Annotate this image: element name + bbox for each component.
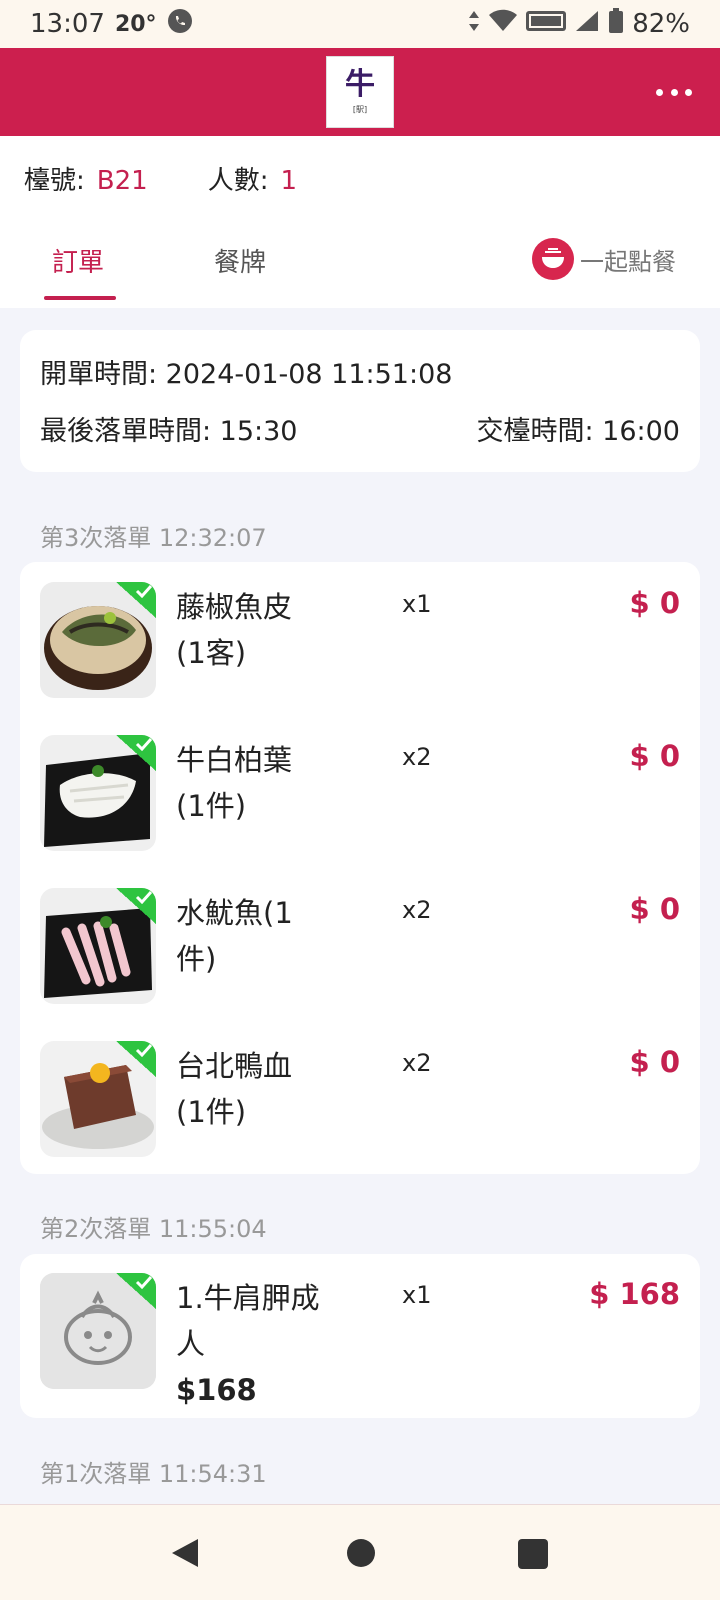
check-icon [116, 888, 156, 924]
table-info: 檯號: B21 人數: 1 [24, 160, 297, 197]
batch-title: 第1次落單 11:54:31 [40, 1460, 267, 1488]
tab-bar: 訂單 餐牌 一起點餐 [0, 236, 720, 308]
item-quantity: x1 [402, 1281, 432, 1309]
people-label: 人數: [207, 166, 269, 196]
status-time: 13:07 [30, 9, 105, 39]
tripe-plate-image [40, 735, 156, 851]
order-time-card: 開單時間: 2024-01-08 11:51:08 最後落單時間: 15:30 … [20, 330, 700, 472]
item-name: 牛白柏葉(1件) [176, 743, 293, 823]
item-price: $ 168 [589, 1277, 680, 1311]
status-bar: 13:07 20° 82% [0, 0, 720, 48]
wifi-icon [488, 9, 518, 40]
more-dot-icon [656, 88, 663, 96]
logo-subtext: [駅] [352, 104, 368, 114]
table-number: B21 [96, 166, 148, 196]
item-unit-price: $168 [176, 1373, 257, 1407]
status-temperature: 20° [114, 11, 157, 37]
item-price: $ 0 [629, 1045, 680, 1079]
handover-time: 交檯時間: 16:00 [476, 416, 681, 447]
fish-skin-bowl-image [40, 582, 156, 698]
order-item[interactable]: 牛白柏葉(1件) x2 $ 0 [20, 735, 700, 883]
item-price: $ 0 [629, 892, 680, 926]
app-bar: 牛 [駅] [0, 48, 720, 136]
volte-icon [526, 9, 567, 39]
more-options-button[interactable] [652, 74, 696, 110]
check-icon [116, 1273, 156, 1309]
check-icon [116, 1041, 156, 1077]
people-count: 1 [280, 166, 297, 196]
item-name: 水魷魚(1件) [176, 896, 293, 976]
squid-plate-image [40, 888, 156, 1004]
item-price: $ 0 [629, 739, 680, 773]
item-quantity: x2 [402, 743, 432, 771]
item-name: 台北鴨血(1件) [176, 1049, 293, 1129]
batch-title: 第3次落單 12:32:07 [40, 524, 267, 552]
battery-icon [608, 7, 624, 41]
item-quantity: x1 [402, 590, 432, 618]
data-arrows-icon [468, 9, 480, 40]
system-nav-bar [0, 1504, 720, 1600]
recent-apps-button[interactable] [518, 1539, 548, 1569]
item-quantity: x2 [402, 1049, 432, 1077]
table-label: 檯號: [24, 166, 85, 196]
duck-blood-plate-image [40, 1041, 156, 1157]
more-dot-icon [685, 88, 692, 96]
batch-title: 第2次落單 11:55:04 [40, 1215, 267, 1243]
open-time: 開單時間: 2024-01-08 11:51:08 [40, 359, 453, 390]
more-dot-icon [670, 88, 678, 96]
back-button[interactable] [170, 1537, 200, 1573]
restaurant-logo: 牛 [駅] [326, 56, 394, 128]
order-item[interactable]: 1.牛肩胛成人 $168 x1 $ 168 [20, 1273, 700, 1407]
logo-text: 牛 [345, 66, 375, 102]
check-icon [116, 582, 156, 618]
item-name: 藤椒魚皮(1客) [176, 590, 293, 670]
tab-menu-card[interactable]: 餐牌 [214, 242, 266, 279]
home-button[interactable] [347, 1539, 375, 1567]
bowl-icon [532, 238, 574, 280]
order-together-label: 一起點餐 [580, 247, 676, 276]
last-order-time: 最後落單時間: 15:30 [40, 416, 298, 447]
order-item[interactable]: 台北鴨血(1件) x2 $ 0 [20, 1041, 700, 1189]
battery-percent: 82% [632, 9, 690, 39]
signal-icon [574, 9, 600, 40]
placeholder-mascot-image [40, 1273, 156, 1389]
order-header: 檯號: B21 人數: 1 訂單 餐牌 一起點餐 [0, 136, 720, 308]
item-quantity: x2 [402, 896, 432, 924]
check-icon [116, 735, 156, 771]
item-name: 1.牛肩胛成人 [176, 1281, 320, 1361]
phone-icon [167, 8, 193, 41]
item-name-block: 1.牛肩胛成人 $168 [176, 1275, 326, 1413]
active-tab-indicator [44, 296, 116, 300]
item-price: $ 0 [629, 586, 680, 620]
order-item[interactable]: 水魷魚(1件) x2 $ 0 [20, 888, 700, 1036]
order-item[interactable]: 藤椒魚皮(1客) x1 $ 0 [20, 582, 700, 730]
tab-order[interactable]: 訂單 [52, 242, 104, 279]
order-together-button[interactable]: 一起點餐 [532, 238, 676, 280]
